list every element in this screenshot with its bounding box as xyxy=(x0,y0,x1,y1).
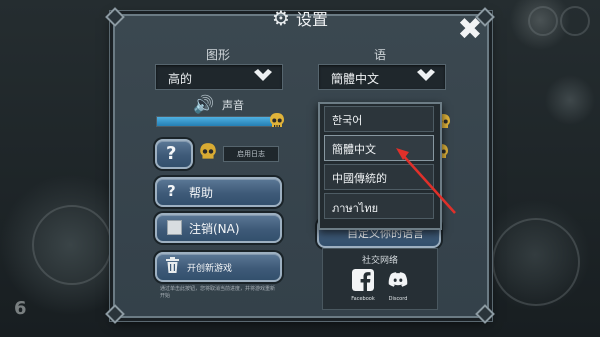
log-info-button[interactable]: ? xyxy=(155,139,193,169)
language-option-label: 簡體中文 xyxy=(332,143,376,156)
new-game-label: 开创新游戏 xyxy=(187,264,233,274)
background-number: 6 xyxy=(14,298,27,319)
trash-icon xyxy=(166,257,179,273)
speaker-icon: 🔊 xyxy=(193,95,215,115)
skull-icon xyxy=(200,143,216,159)
language-dropdown[interactable]: 簡體中文 xyxy=(318,64,446,90)
checkbox-icon xyxy=(167,220,182,235)
social-panel: 社交网络 Facebook Discord xyxy=(322,248,438,310)
dialog-title: 设置 xyxy=(295,10,328,29)
logout-label: 注销(NA) xyxy=(189,222,240,236)
language-option-label: 한국어 xyxy=(332,114,363,127)
language-option-traditional-chinese[interactable]: 中國傳統的 xyxy=(324,164,434,190)
gear-icon: ⚙ xyxy=(272,6,290,30)
background-joystick xyxy=(32,205,112,285)
graphics-quality-dropdown[interactable]: 高的 xyxy=(155,64,283,90)
sound-label: 声音 xyxy=(222,99,244,112)
discord-icon xyxy=(388,272,408,287)
language-label: 语 xyxy=(374,48,387,62)
question-icon: ? xyxy=(166,143,177,164)
sound-slider-fill xyxy=(157,117,273,126)
sound-slider[interactable] xyxy=(156,116,276,127)
facebook-label: Facebook xyxy=(351,296,375,302)
help-label: 帮助 xyxy=(189,186,214,200)
enable-log-toggle[interactable]: 启用日志 xyxy=(223,146,279,162)
chevron-down-icon xyxy=(417,69,435,81)
close-icon: ✖ xyxy=(457,12,483,47)
facebook-link[interactable]: Facebook xyxy=(346,269,380,302)
discord-label: Discord xyxy=(388,296,408,302)
graphics-label: 图形 xyxy=(206,48,231,62)
language-option-label: ภาษาไทย xyxy=(332,202,379,215)
language-options-list: 한국어 簡體中文 中國傳統的 ภาษาไทย xyxy=(318,102,442,230)
skull-icon[interactable] xyxy=(268,112,286,130)
help-button[interactable]: ? 帮助 xyxy=(155,177,282,207)
close-button[interactable]: ✖ xyxy=(456,15,484,45)
dialog-header: ⚙ 设置 xyxy=(0,6,600,30)
social-title: 社交网络 xyxy=(361,256,398,266)
language-option-label: 中國傳統的 xyxy=(332,172,387,185)
new-game-button[interactable]: 开创新游戏 xyxy=(155,252,282,282)
logout-button[interactable]: 注销(NA) xyxy=(155,213,282,243)
new-game-footnote: 通过单击此按钮，您将取消当前进度，并将游戏重新开始 xyxy=(160,286,276,299)
background-action-button xyxy=(492,218,580,306)
language-current-value: 簡體中文 xyxy=(331,72,380,86)
discord-link[interactable]: Discord xyxy=(381,269,415,302)
language-option-korean[interactable]: 한국어 xyxy=(324,106,434,132)
graphics-quality-value: 高的 xyxy=(168,72,193,86)
chevron-down-icon xyxy=(254,69,272,81)
question-icon: ? xyxy=(167,182,176,200)
language-option-simplified-chinese[interactable]: 簡體中文 xyxy=(324,135,434,161)
language-option-thai[interactable]: ภาษาไทย xyxy=(324,193,434,219)
facebook-icon xyxy=(352,269,374,291)
